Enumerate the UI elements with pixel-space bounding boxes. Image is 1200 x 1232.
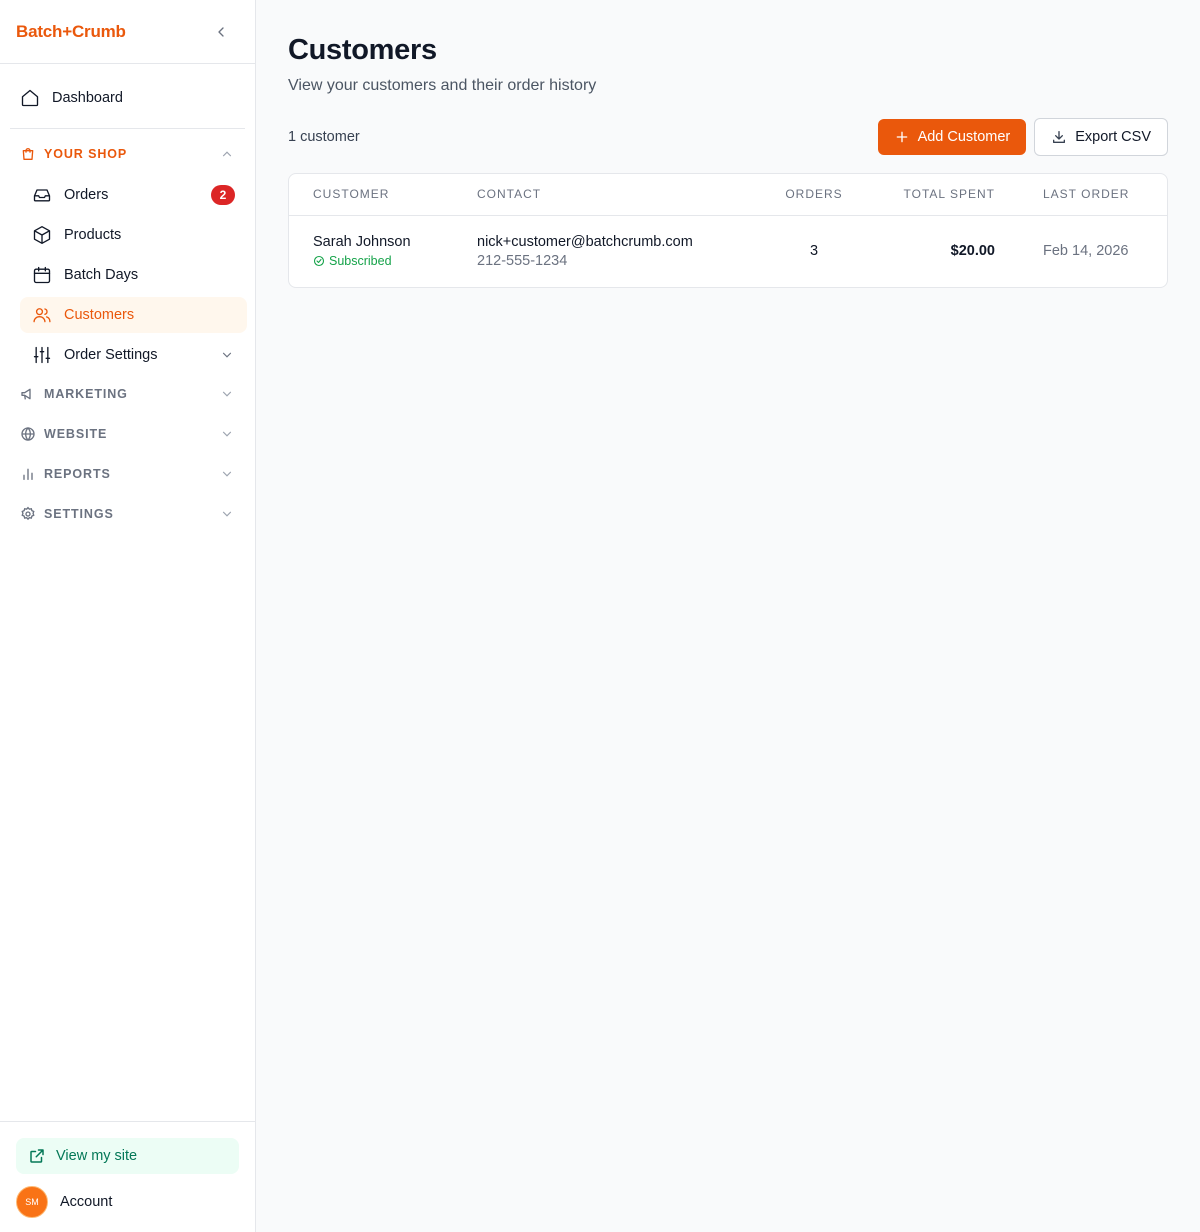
download-icon [1051, 129, 1067, 145]
table-header-row: CUSTOMER CONTACT ORDERS TOTAL SPENT LAST… [289, 174, 1167, 216]
chevron-down-icon [219, 347, 235, 363]
sidebar: Batch+Crumb Dashboard YOUR SHOP Orders 2… [0, 0, 256, 1232]
customer-cell: Sarah Johnson Subscribed [289, 215, 453, 287]
export-csv-button[interactable]: Export CSV [1034, 117, 1168, 156]
box-icon [32, 225, 52, 245]
section-website[interactable]: WEBSITE [8, 417, 247, 451]
chevron-down-icon [219, 386, 235, 402]
chevron-down-icon [219, 506, 235, 522]
chevron-left-icon [218, 26, 224, 37]
chevron-down-icon [219, 426, 235, 442]
orders-cell: 3 [809, 243, 819, 260]
add-customer-button[interactable]: Add Customer [877, 118, 1027, 155]
toolbar-actions: Add Customer Export CSV [877, 117, 1168, 156]
sidebar-item-order-settings[interactable]: Order Settings [20, 337, 247, 373]
section-label: SETTINGS [44, 507, 114, 521]
external-link-icon [28, 1146, 48, 1166]
sidebar-item-orders[interactable]: Orders 2 [20, 177, 247, 213]
section-reports[interactable]: REPORTS [8, 457, 247, 491]
section-label: REPORTS [44, 467, 111, 481]
section-label: YOUR SHOP [44, 147, 128, 161]
avatar: SM [16, 1186, 48, 1218]
users-icon [32, 305, 52, 325]
sidebar-item-batch-days[interactable]: Batch Days [20, 257, 247, 293]
sidebar-item-label: Dashboard [52, 90, 123, 106]
column-header-orders[interactable]: ORDERS [759, 174, 869, 216]
inbox-icon [32, 185, 52, 205]
customer-name[interactable]: Sarah Johnson [313, 234, 429, 250]
column-header-contact[interactable]: CONTACT [453, 174, 759, 216]
table-row[interactable]: Sarah Johnson Subscribed nick+customer@b… [289, 215, 1167, 287]
toolbar: 1 customer Add Customer Export CSV [288, 117, 1168, 156]
section-your-shop[interactable]: YOUR SHOP [8, 137, 247, 171]
page-title: Customers [288, 34, 437, 66]
sidebar-item-label: Products [64, 227, 122, 243]
section-marketing[interactable]: MARKETING [8, 377, 247, 411]
sidebar-item-customers[interactable]: Customers [20, 297, 247, 333]
subscription-status: Subscribed [313, 254, 429, 268]
globe-icon [20, 426, 36, 442]
account-label: Account [60, 1194, 113, 1210]
column-header-customer[interactable]: CUSTOMER [289, 174, 453, 216]
orders-count-badge: 2 [211, 185, 235, 205]
total-spent-cell: $20.00 [950, 243, 995, 260]
contact-cell: nick+customer@batchcrumb.com 212-555-123… [453, 215, 759, 287]
view-my-site-link[interactable]: View my site [16, 1138, 239, 1174]
section-settings[interactable]: SETTINGS [8, 497, 247, 531]
main-content: Customers View your customers and their … [256, 0, 1200, 1232]
gear-icon [20, 506, 36, 522]
sidebar-item-label: Order Settings [64, 347, 158, 363]
check-circle-icon [313, 255, 325, 267]
customers-table: CUSTOMER CONTACT ORDERS TOTAL SPENT LAST… [289, 174, 1167, 287]
calendar-icon [32, 265, 52, 285]
chevron-up-icon [219, 146, 235, 162]
last-order-cell: Feb 14, 2026 [1043, 243, 1129, 260]
account-menu[interactable]: SM Account [16, 1186, 239, 1218]
customer-phone: 212-555-1234 [477, 252, 568, 269]
megaphone-icon [20, 386, 36, 402]
column-header-total-spent[interactable]: TOTAL SPENT [869, 174, 1019, 216]
section-label: WEBSITE [44, 427, 108, 441]
sidebar-nav: Dashboard YOUR SHOP Orders 2 Products Ba… [0, 64, 255, 531]
sidebar-item-products[interactable]: Products [20, 217, 247, 253]
home-icon [20, 88, 40, 108]
sidebar-footer: View my site SM Account [0, 1121, 255, 1232]
brand-logo[interactable]: Batch+Crumb [16, 22, 126, 42]
your-shop-items: Orders 2 Products Batch Days Customers O… [8, 177, 247, 373]
subscription-status-label: Subscribed [329, 254, 392, 269]
collapse-sidebar-button[interactable] [211, 22, 231, 42]
sidebar-divider [10, 128, 245, 129]
add-customer-label: Add Customer [917, 128, 1011, 145]
column-header-last-order[interactable]: LAST ORDER [1019, 174, 1167, 216]
section-label: MARKETING [44, 387, 128, 401]
page-subtitle: View your customers and their order hist… [288, 77, 597, 94]
chevron-down-icon [219, 466, 235, 482]
customer-email: nick+customer@batchcrumb.com [477, 233, 693, 250]
export-csv-label: Export CSV [1075, 128, 1151, 145]
brand-row: Batch+Crumb [0, 0, 255, 64]
sidebar-item-label: Orders [64, 187, 109, 203]
customer-count: 1 customer [288, 129, 360, 145]
shopping-bag-icon [20, 146, 36, 162]
sidebar-item-dashboard[interactable]: Dashboard [8, 80, 247, 116]
sidebar-item-label: Customers [64, 307, 135, 323]
customers-table-card: CUSTOMER CONTACT ORDERS TOTAL SPENT LAST… [288, 173, 1168, 288]
plus-icon [894, 129, 910, 145]
sliders-icon [32, 345, 52, 365]
bar-chart-icon [20, 466, 36, 482]
sidebar-item-label: Batch Days [64, 267, 139, 283]
view-my-site-label: View my site [56, 1148, 138, 1164]
